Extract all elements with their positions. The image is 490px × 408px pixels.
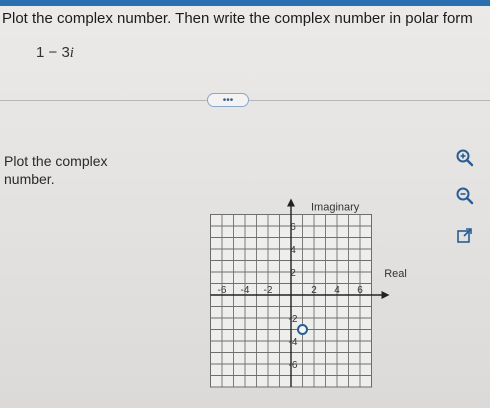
plotted-point[interactable] bbox=[297, 324, 308, 335]
expr-op: − bbox=[48, 44, 58, 61]
imag-axis-arrow bbox=[287, 198, 295, 207]
y-tick-label: -6 bbox=[289, 360, 298, 371]
zoom-out-icon[interactable] bbox=[452, 184, 478, 208]
complex-plane-svg[interactable]: -6 -4 -2 2 4 6 6 4 2 -2 -4 -6 Imaginary Real bbox=[175, 140, 455, 408]
imag-axis-label: Imaginary bbox=[311, 202, 360, 214]
zoom-in-icon[interactable] bbox=[452, 146, 478, 170]
expand-icon[interactable] bbox=[452, 224, 478, 248]
y-tick-label: -4 bbox=[289, 337, 298, 348]
x-tick-label: -2 bbox=[264, 285, 273, 296]
more-button[interactable]: ••• bbox=[207, 93, 249, 107]
question-text: Plot the complex number. Then write the … bbox=[2, 10, 473, 27]
y-tick-label: 4 bbox=[290, 245, 296, 256]
expr-unit: i bbox=[69, 45, 74, 61]
x-tick-label: -4 bbox=[241, 285, 250, 296]
y-tick-label: -2 bbox=[289, 314, 298, 325]
complex-expression: 1 − 3i bbox=[36, 44, 74, 62]
real-axis-label: Real bbox=[384, 268, 407, 280]
real-axis-arrow bbox=[381, 291, 390, 299]
complex-plane-graph[interactable]: -6 -4 -2 2 4 6 6 4 2 -2 -4 -6 Imaginary Real bbox=[175, 140, 455, 408]
y-tick-label: 6 bbox=[290, 222, 296, 233]
top-accent-strip bbox=[0, 0, 490, 6]
expr-real: 1 bbox=[36, 44, 45, 61]
expr-coef: 3 bbox=[61, 44, 70, 61]
y-tick-label: 2 bbox=[290, 268, 296, 279]
x-tick-label: 6 bbox=[357, 285, 363, 296]
x-tick-label: 2 bbox=[311, 285, 317, 296]
instruction-text: Plot the complex number. bbox=[4, 153, 108, 187]
x-tick-label: -6 bbox=[218, 285, 227, 296]
x-tick-label: 4 bbox=[334, 285, 340, 296]
